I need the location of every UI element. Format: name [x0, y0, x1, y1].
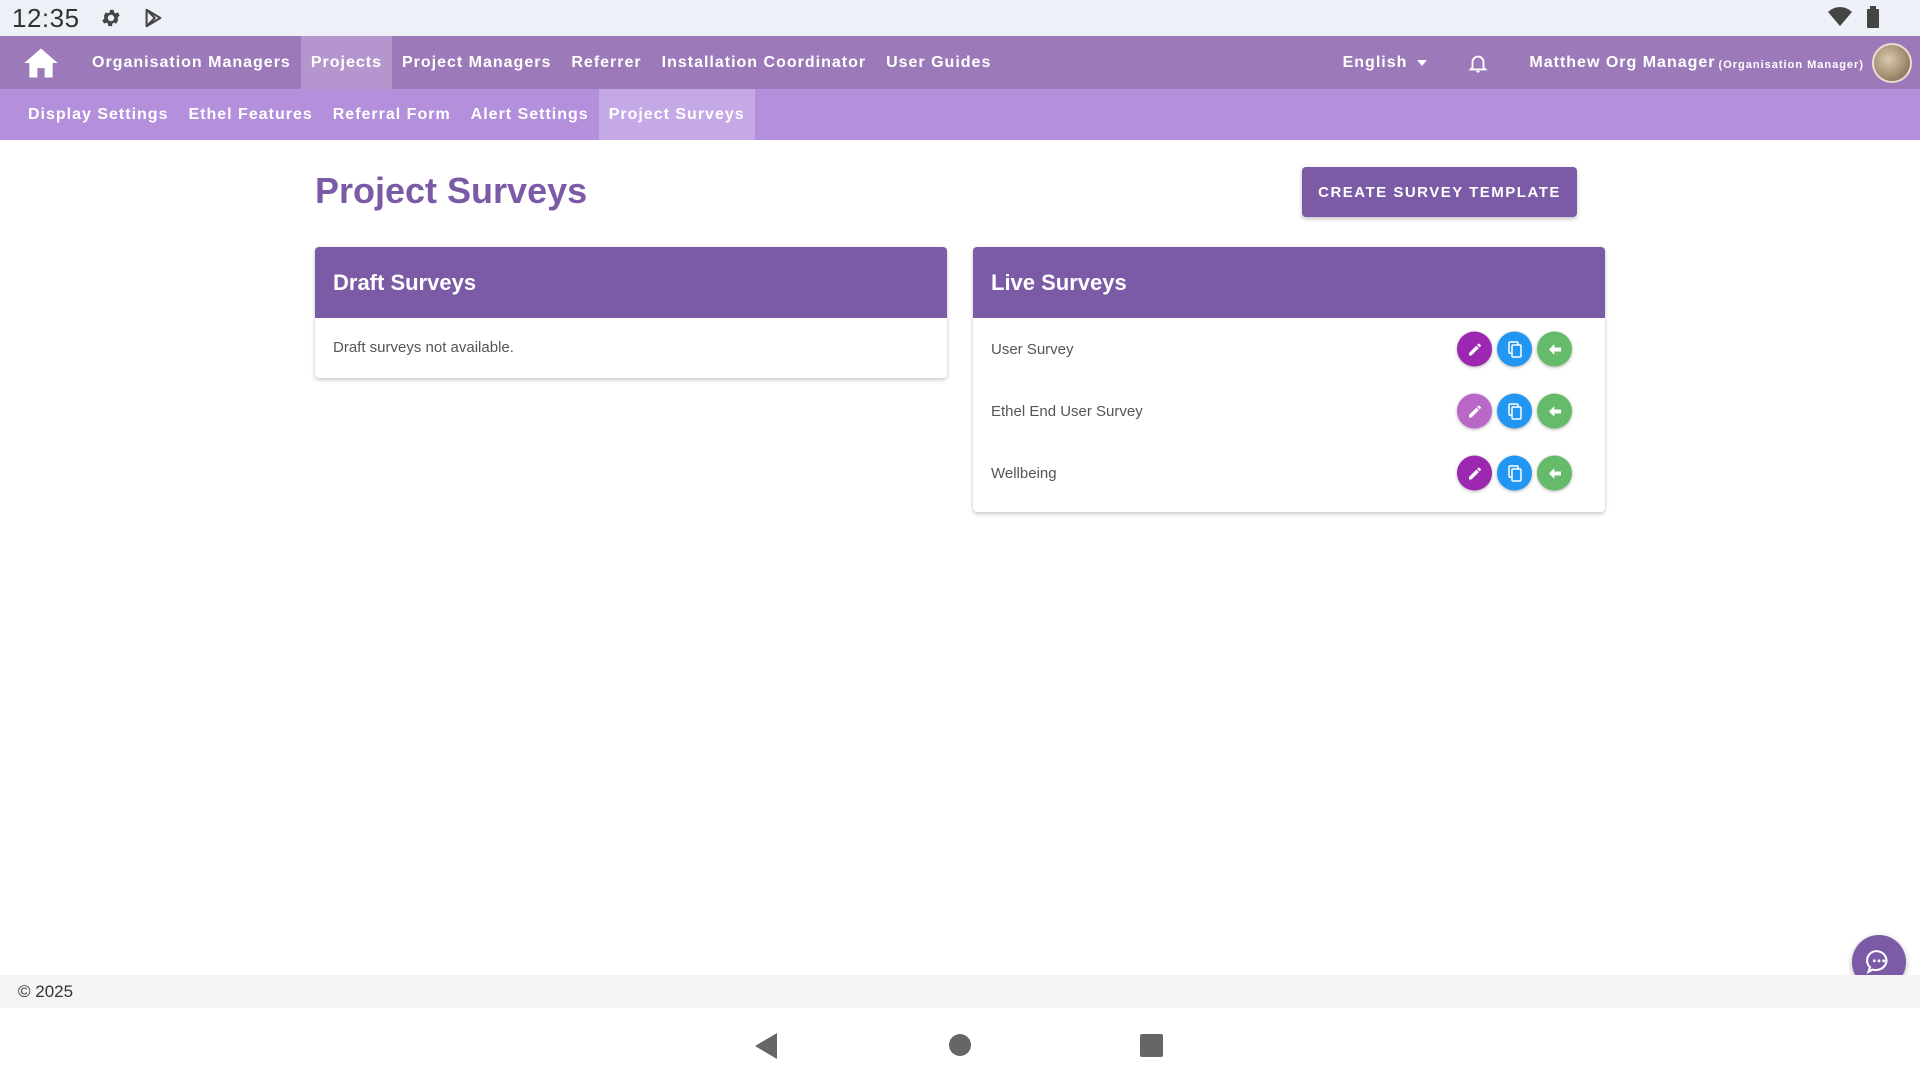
survey-row: Ethel End User Survey [973, 380, 1605, 442]
secondary-nav: Display Settings Ethel Features Referral… [0, 89, 1920, 140]
home-circle-icon[interactable] [949, 1034, 971, 1056]
nav-project-managers[interactable]: Project Managers [392, 36, 561, 89]
status-time: 12:35 [12, 2, 80, 33]
draft-surveys-header: Draft Surveys [315, 247, 947, 318]
caret-down-icon [1417, 59, 1428, 66]
android-nav-bar [0, 1008, 1920, 1080]
back-triangle-icon[interactable] [755, 1033, 777, 1059]
recent-apps-square-icon[interactable] [1140, 1034, 1163, 1057]
settings-gear-icon [100, 7, 122, 29]
avatar[interactable] [1872, 42, 1912, 83]
arrow-left-icon [1548, 343, 1561, 355]
home-icon [24, 47, 58, 78]
primary-nav: Organisation Managers Projects Project M… [0, 36, 1920, 89]
survey-name: Ethel End User Survey [991, 402, 1143, 420]
live-surveys-card: Live Surveys User Survey Ethel End User … [973, 247, 1605, 512]
edit-survey-button[interactable] [1457, 455, 1492, 491]
language-label: English [1342, 53, 1408, 71]
survey-name: Wellbeing [991, 464, 1057, 482]
copy-icon [1507, 340, 1522, 358]
subnav-project-surveys[interactable]: Project Surveys [598, 89, 755, 140]
android-status-bar: 12:35 [0, 0, 1920, 36]
nav-referrer[interactable]: Referrer [561, 36, 651, 89]
footer: © 2025 [0, 975, 1920, 1008]
arrow-left-icon [1548, 405, 1561, 417]
bell-icon [1468, 55, 1488, 73]
survey-row: User Survey [973, 318, 1605, 380]
chat-bubble-icon [1866, 950, 1888, 975]
nav-installation-coordinator[interactable]: Installation Coordinator [652, 36, 876, 89]
survey-actions [1457, 331, 1572, 367]
edit-survey-button[interactable] [1457, 331, 1492, 367]
copy-icon [1507, 402, 1522, 420]
move-to-draft-button[interactable] [1537, 393, 1572, 429]
move-to-draft-button[interactable] [1537, 455, 1572, 491]
copy-survey-button[interactable] [1497, 455, 1532, 491]
user-role: (Organisation Manager) [1718, 58, 1864, 71]
subnav-alert-settings[interactable]: Alert Settings [461, 89, 599, 140]
nav-user-guides[interactable]: User Guides [876, 36, 1001, 89]
copy-icon [1507, 464, 1522, 482]
live-surveys-header: Live Surveys [973, 247, 1605, 318]
survey-actions [1457, 393, 1572, 429]
draft-surveys-card: Draft Surveys Draft surveys not availabl… [315, 247, 947, 378]
play-store-icon [142, 7, 164, 29]
edit-survey-button[interactable] [1457, 393, 1492, 429]
pencil-icon [1468, 405, 1481, 417]
battery-icon [1866, 6, 1880, 33]
page-title: Project Surveys [315, 170, 588, 211]
wifi-icon [1828, 7, 1852, 32]
nav-organisation-managers[interactable]: Organisation Managers [82, 36, 301, 89]
nav-right-group: English Matthew Org Manager (Organisatio… [1343, 36, 1920, 89]
draft-empty-message: Draft surveys not available. [333, 339, 514, 356]
arrow-left-icon [1548, 467, 1561, 479]
survey-actions [1457, 455, 1572, 491]
create-survey-template-button[interactable]: CREATE SURVEY TEMPLATE [1302, 167, 1577, 217]
copy-survey-button[interactable] [1497, 331, 1532, 367]
home-button[interactable] [0, 36, 82, 89]
pencil-icon [1468, 467, 1481, 479]
pencil-icon [1468, 343, 1481, 355]
subnav-referral-form[interactable]: Referral Form [323, 89, 461, 140]
copy-survey-button[interactable] [1497, 393, 1532, 429]
user-name[interactable]: Matthew Org Manager [1529, 54, 1715, 72]
subnav-display-settings[interactable]: Display Settings [18, 89, 178, 140]
language-select[interactable]: English [1343, 54, 1428, 72]
nav-projects[interactable]: Projects [300, 36, 392, 89]
notifications-button[interactable] [1467, 51, 1489, 75]
subnav-ethel-features[interactable]: Ethel Features [178, 89, 322, 140]
copyright-text: © 2025 [18, 981, 74, 1001]
move-to-draft-button[interactable] [1537, 331, 1572, 367]
survey-row: Wellbeing [973, 442, 1605, 504]
survey-name: User Survey [991, 340, 1074, 358]
